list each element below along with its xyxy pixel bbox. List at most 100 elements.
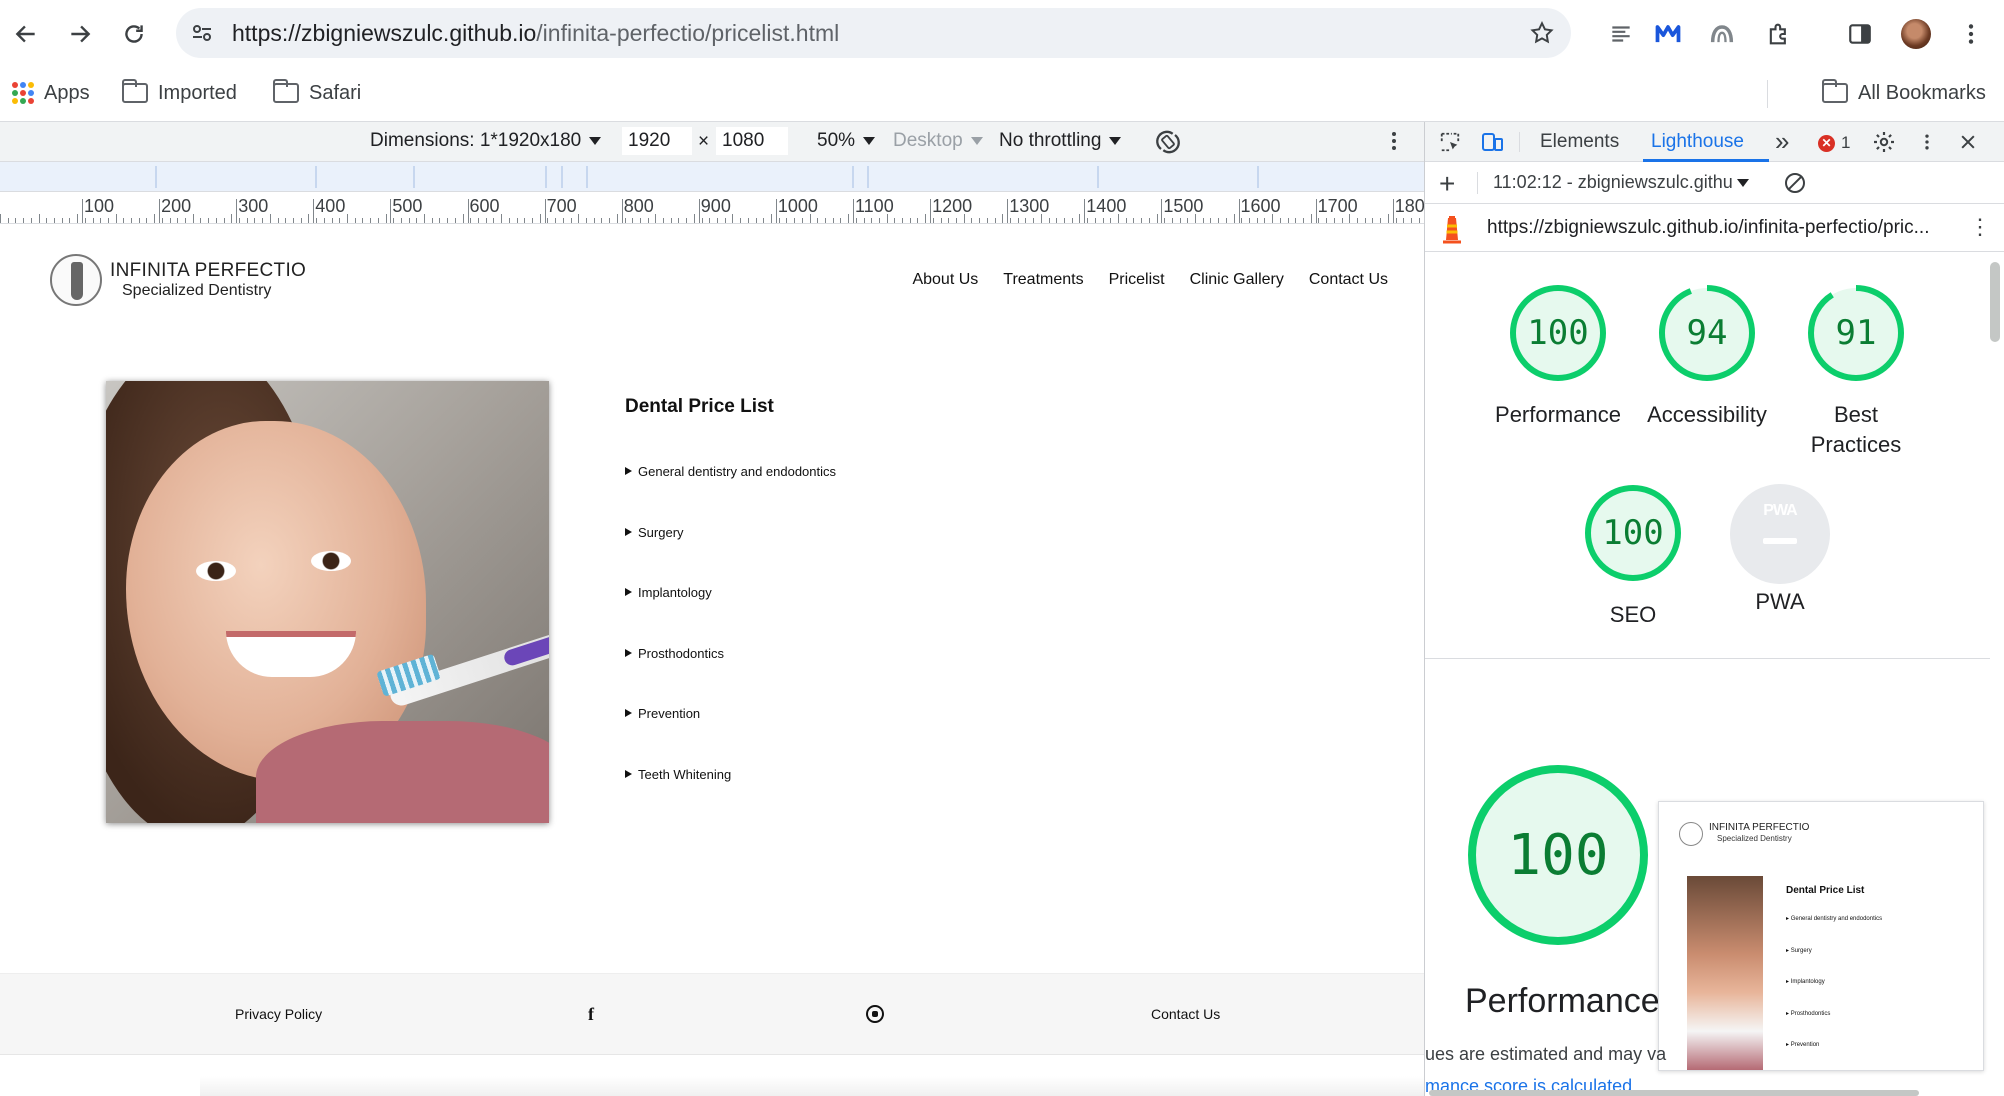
rotate-icon[interactable] — [1154, 128, 1182, 156]
ruler-minor-tick — [285, 218, 287, 223]
ruler-minor-tick — [269, 214, 271, 223]
price-item-implantology[interactable]: Implantology — [625, 585, 836, 646]
score-value: 91 — [1835, 313, 1877, 353]
browser-menu-icon[interactable] — [1953, 16, 1989, 52]
price-item-general[interactable]: General dentistry and endodontics — [625, 464, 836, 525]
nav-contact-us[interactable]: Contact Us — [1309, 271, 1388, 289]
vertical-scrollbar[interactable] — [1990, 262, 2000, 342]
inspect-element-icon[interactable] — [1437, 130, 1463, 154]
ruler-minor-tick — [92, 218, 94, 223]
media-query-bar[interactable] — [0, 162, 1424, 192]
ruler-minor-tick — [547, 218, 549, 223]
ruler-minor-tick — [840, 218, 842, 223]
score-gauge-seo[interactable]: 100 — [1583, 483, 1683, 583]
report-selector[interactable]: 11:02:12 - zbigniewszulc.githu — [1493, 172, 1749, 193]
bookmark-safari[interactable]: Safari — [273, 78, 361, 108]
ruler-minor-tick — [601, 218, 603, 223]
footer-contact-link[interactable]: Contact Us — [1151, 1006, 1220, 1022]
tab-elements[interactable]: Elements — [1540, 131, 1619, 153]
ruler-minor-tick — [131, 218, 133, 223]
throttling-label: No throttling — [999, 130, 1102, 151]
performance-main-gauge[interactable]: 100 — [1465, 762, 1651, 948]
score-gauge-accessibility[interactable]: 94 — [1657, 283, 1757, 383]
whatsapp-icon[interactable] — [866, 1005, 884, 1023]
device-toolbar-toggle-icon[interactable] — [1479, 130, 1505, 154]
device-type-dropdown[interactable]: Desktop — [893, 130, 983, 152]
devtools-menu-icon[interactable] — [1914, 130, 1940, 154]
throttling-dropdown[interactable]: No throttling — [999, 130, 1122, 152]
profile-avatar[interactable] — [1898, 16, 1934, 52]
report-menu-icon[interactable]: ⋮ — [1969, 214, 1991, 240]
chevron-down-icon — [589, 137, 602, 145]
folder-icon — [122, 79, 148, 103]
final-screenshot-thumbnail[interactable]: INFINITA PERFECTIO Specialized Dentistry… — [1658, 801, 1984, 1071]
reload-button[interactable] — [114, 14, 154, 54]
ruler-minor-tick — [7, 218, 9, 223]
price-item-prosthodontics[interactable]: Prosthodontics — [625, 646, 836, 707]
close-devtools-icon[interactable] — [1955, 130, 1981, 154]
ruler-minor-tick — [1287, 218, 1289, 223]
error-count-badge[interactable]: ✕ 1 — [1818, 133, 1850, 153]
ruler-minor-tick — [616, 214, 618, 223]
ruler-minor-tick — [424, 214, 426, 223]
zoom-dropdown[interactable]: 50% — [817, 130, 876, 152]
ruler-label: 100 — [84, 196, 115, 216]
ruler-minor-tick — [693, 214, 695, 223]
site-logo[interactable]: INFINITA PERFECTIO Specialized Dentistry — [50, 254, 306, 306]
score-gauge-best[interactable]: 91 — [1806, 283, 1906, 383]
report-url[interactable]: https://zbigniewszulc.github.io/infinita… — [1487, 217, 1930, 239]
side-panel-icon[interactable] — [1842, 16, 1878, 52]
height-input[interactable]: 1080 — [716, 127, 788, 155]
more-tabs-icon[interactable]: » — [1775, 126, 1789, 157]
dimensions-dropdown[interactable]: Dimensions: 1*1920x180 — [370, 130, 602, 152]
ruler-major-tick — [1007, 199, 1009, 223]
extension-m-icon[interactable] — [1650, 16, 1686, 52]
footer-privacy-link[interactable]: Privacy Policy — [235, 1006, 322, 1022]
ruler-minor-tick — [1403, 218, 1405, 223]
ruler-minor-tick — [84, 218, 86, 223]
nav-clinic-gallery[interactable]: Clinic Gallery — [1190, 271, 1284, 289]
nav-about-us[interactable]: About Us — [912, 271, 978, 289]
price-item-whitening[interactable]: Teeth Whitening — [625, 767, 836, 828]
ruler-minor-tick — [346, 214, 348, 223]
all-bookmarks[interactable]: All Bookmarks — [1822, 78, 1986, 108]
pwa-gauge[interactable]: PWA — [1730, 484, 1830, 584]
ruler-minor-tick — [370, 218, 372, 223]
ruler-minor-tick — [593, 218, 595, 223]
horizontal-scrollbar[interactable] — [1429, 1090, 1919, 1096]
site-viewport: INFINITA PERFECTIO Specialized Dentistry… — [0, 224, 1424, 1096]
reading-list-icon[interactable] — [1603, 16, 1639, 52]
bookmark-apps[interactable]: Apps — [12, 78, 90, 108]
ruler-minor-tick — [200, 218, 202, 223]
back-button[interactable] — [6, 14, 46, 54]
thumb-logo-line1: INFINITA PERFECTIO — [1709, 822, 1810, 833]
ruler-minor-tick — [824, 218, 826, 223]
ruler-minor-tick — [624, 218, 626, 223]
price-item-surgery[interactable]: Surgery — [625, 525, 836, 586]
extensions-puzzle-icon[interactable] — [1761, 16, 1797, 52]
ruler-minor-tick — [493, 218, 495, 223]
clear-reports-icon[interactable] — [1785, 173, 1805, 193]
site-info-icon[interactable] — [188, 19, 216, 47]
nav-pricelist[interactable]: Pricelist — [1109, 271, 1165, 289]
address-bar[interactable]: https://zbigniewszulc.github.io/infinita… — [176, 8, 1571, 58]
score-gauge-performance[interactable]: 100 — [1508, 283, 1608, 383]
nav-treatments[interactable]: Treatments — [1003, 271, 1083, 289]
ruler-minor-tick — [639, 218, 641, 223]
facebook-icon[interactable]: f — [588, 1004, 594, 1025]
device-toolbar-menu-icon[interactable] — [1382, 128, 1406, 154]
price-item-prevention[interactable]: Prevention — [625, 706, 836, 767]
new-report-button[interactable]: + — [1439, 168, 1455, 200]
width-input[interactable]: 1920 — [622, 127, 692, 155]
ruler-minor-tick — [1025, 218, 1027, 223]
forward-button[interactable] — [60, 14, 100, 54]
settings-gear-icon[interactable] — [1871, 130, 1897, 154]
ruler-minor-tick — [1349, 214, 1351, 223]
extension-arc-icon[interactable] — [1704, 16, 1740, 52]
score-value: 100 — [1602, 513, 1664, 553]
bookmark-star-icon[interactable] — [1527, 18, 1557, 48]
tab-lighthouse[interactable]: Lighthouse — [1651, 131, 1744, 153]
ruler-minor-tick — [956, 218, 958, 223]
ruler-minor-tick — [1333, 218, 1335, 223]
bookmark-imported[interactable]: Imported — [122, 78, 237, 108]
